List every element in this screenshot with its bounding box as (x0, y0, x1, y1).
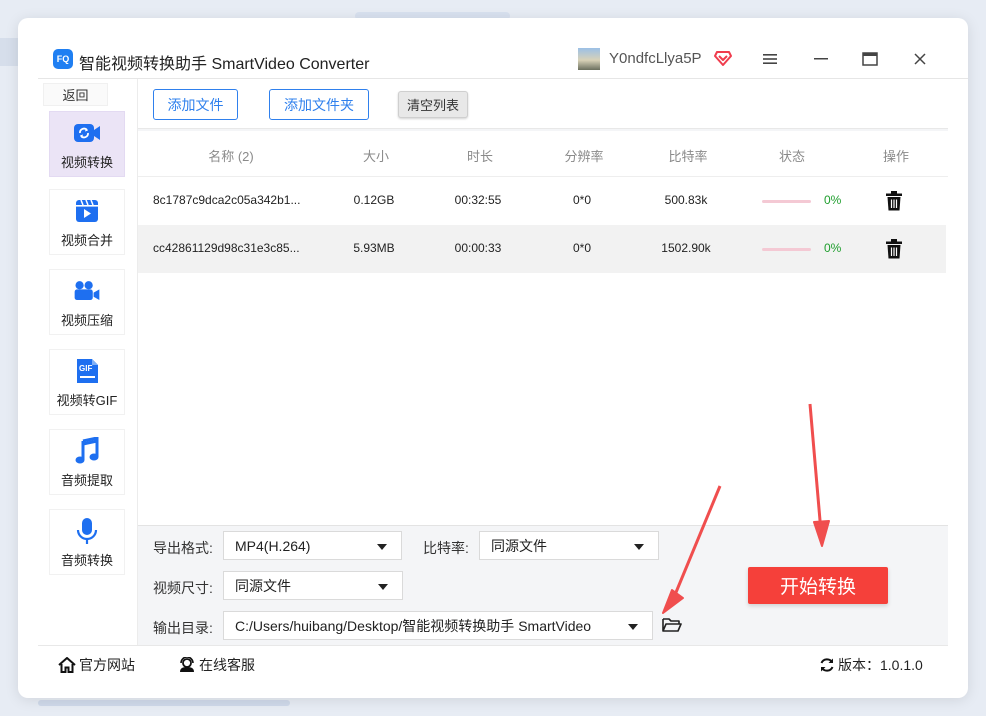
file-name: cc42861129d98c31e3c85... (153, 241, 300, 255)
gif-icon: GIF (73, 357, 101, 385)
file-bitrate: 500.83k (664, 193, 708, 207)
sidebar-item-label: 视频合并 (60, 233, 113, 248)
file-duration: 00:32:55 (454, 193, 502, 207)
table-row[interactable]: 8c1787c9dca2c05a342b1... 0.12GB 00:32:55… (138, 177, 946, 225)
chevron-down-icon (377, 544, 387, 550)
table-row[interactable]: cc42861129d98c31e3c85... 5.93MB 00:00:33… (138, 225, 946, 273)
app-logo-icon: FQ (53, 49, 73, 69)
start-convert-button[interactable]: 开始转换 (748, 567, 888, 604)
sidebar-item-video-gif[interactable]: GIF 视频转GIF (49, 349, 125, 415)
progress-percent: 0% (824, 241, 842, 255)
bitrate-value: 同源文件 (491, 537, 547, 554)
file-size: 0.12GB (353, 193, 395, 207)
trash-icon[interactable] (885, 239, 903, 259)
format-label: 导出格式: (153, 540, 213, 556)
file-table: 名称 (2) 大小 时长 分辨率 比特率 状态 操作 8c1787c9dca2c… (138, 131, 948, 525)
bitrate-label: 比特率: (423, 540, 469, 556)
file-bitrate: 1502.90k (661, 241, 711, 255)
output-dir-value: C:/Users/huibang/Desktop/智能视频转换助手 SmartV… (235, 617, 592, 634)
size-value: 同源文件 (235, 577, 291, 594)
home-icon (58, 657, 76, 673)
column-header-bitrate: 比特率 (668, 149, 708, 164)
file-duration: 00:00:33 (454, 241, 502, 255)
sidebar-item-label: 音频转换 (60, 553, 113, 568)
main-panel: 添加文件 添加文件夹 清空列表 名称 (2) 大小 时长 分辨率 比特率 状态 … (138, 79, 948, 645)
official-website-label: 官方网站 (79, 657, 135, 673)
trash-icon[interactable] (885, 191, 903, 211)
online-support-link[interactable]: 在线客服 (178, 655, 255, 675)
column-header-actions: 操作 (882, 149, 910, 164)
add-file-button[interactable]: 添加文件 (153, 89, 238, 120)
vip-diamond-icon[interactable] (713, 48, 733, 68)
file-resolution: 0*0 (572, 193, 592, 207)
chevron-down-icon (378, 584, 388, 590)
size-label: 视频尺寸: (153, 580, 213, 596)
video-compress-icon (73, 277, 101, 305)
sidebar: 返回 视频转换 视频合并 视频压缩 GIF 视频转GIF 音频提取 音频转换 (38, 79, 138, 645)
add-folder-button[interactable]: 添加文件夹 (269, 89, 369, 120)
customer-service-icon (180, 657, 194, 672)
output-dir-select[interactable]: C:/Users/huibang/Desktop/智能视频转换助手 SmartV… (223, 611, 653, 640)
format-select[interactable]: MP4(H.264) (223, 531, 402, 560)
title-bar: FQ 智能视频转换助手 SmartVideo Converter Y0ndfcL… (38, 40, 968, 78)
microphone-icon (73, 517, 101, 545)
progress-bar (762, 200, 811, 203)
refresh-icon (820, 658, 834, 672)
output-label: 输出目录: (153, 620, 213, 636)
toolbar: 添加文件 添加文件夹 清空列表 (138, 79, 948, 129)
version-label: 版本：1.0.1.0 (838, 657, 923, 673)
column-header-duration: 时长 (466, 149, 494, 164)
sidebar-item-audio-extract[interactable]: 音频提取 (49, 429, 125, 495)
folder-open-icon[interactable] (662, 617, 682, 633)
video-merge-icon (73, 197, 101, 225)
file-resolution: 0*0 (572, 241, 592, 255)
close-icon[interactable] (909, 49, 931, 69)
size-select[interactable]: 同源文件 (223, 571, 403, 600)
sidebar-item-label: 视频转换 (60, 155, 113, 170)
progress-bar (762, 248, 811, 251)
version-info[interactable]: 版本：1.0.1.0 (819, 655, 923, 675)
table-header: 名称 (2) 大小 时长 分辨率 比特率 状态 操作 (138, 131, 948, 177)
file-name: 8c1787c9dca2c05a342b1... (153, 193, 301, 207)
file-size: 5.93MB (353, 241, 395, 255)
online-support-label: 在线客服 (199, 657, 255, 673)
chevron-down-icon (628, 624, 638, 630)
menu-icon[interactable] (759, 49, 781, 69)
back-button[interactable]: 返回 (43, 83, 108, 106)
app-title: 智能视频转换助手 SmartVideo Converter (79, 56, 370, 73)
footer: 官方网站 在线客服 版本：1.0.1.0 (38, 645, 948, 679)
column-header-status: 状态 (778, 149, 806, 164)
gif-badge-text: GIF (79, 364, 93, 373)
minimize-icon[interactable] (810, 49, 832, 69)
sidebar-item-label: 音频提取 (60, 473, 113, 488)
clear-list-button[interactable]: 清空列表 (398, 91, 468, 118)
sidebar-item-video-merge[interactable]: 视频合并 (49, 189, 125, 255)
music-note-icon (73, 437, 101, 465)
bitrate-select[interactable]: 同源文件 (479, 531, 659, 560)
user-avatar[interactable] (578, 48, 600, 70)
user-name[interactable]: Y0ndfcLlya5P (609, 50, 702, 67)
video-convert-icon (73, 119, 101, 147)
sidebar-item-label: 视频压缩 (60, 313, 113, 328)
sidebar-item-label: 视频转GIF (56, 393, 118, 408)
progress-percent: 0% (824, 193, 842, 207)
maximize-icon[interactable] (859, 49, 881, 69)
column-header-size: 大小 (362, 149, 390, 164)
chevron-down-icon (634, 544, 644, 550)
column-header-resolution: 分辨率 (564, 149, 604, 164)
column-header-name: 名称 (2) (208, 149, 254, 164)
settings-panel: 导出格式: MP4(H.264) 比特率: 同源文件 视频尺寸: 同源文件 输出… (138, 525, 948, 645)
sidebar-item-video-compress[interactable]: 视频压缩 (49, 269, 125, 335)
sidebar-item-audio-convert[interactable]: 音频转换 (49, 509, 125, 575)
sidebar-item-video-convert[interactable]: 视频转换 (49, 111, 125, 177)
format-value: MP4(H.264) (235, 537, 311, 554)
desktop-backdrop (38, 700, 290, 706)
official-website-link[interactable]: 官方网站 (58, 655, 135, 675)
